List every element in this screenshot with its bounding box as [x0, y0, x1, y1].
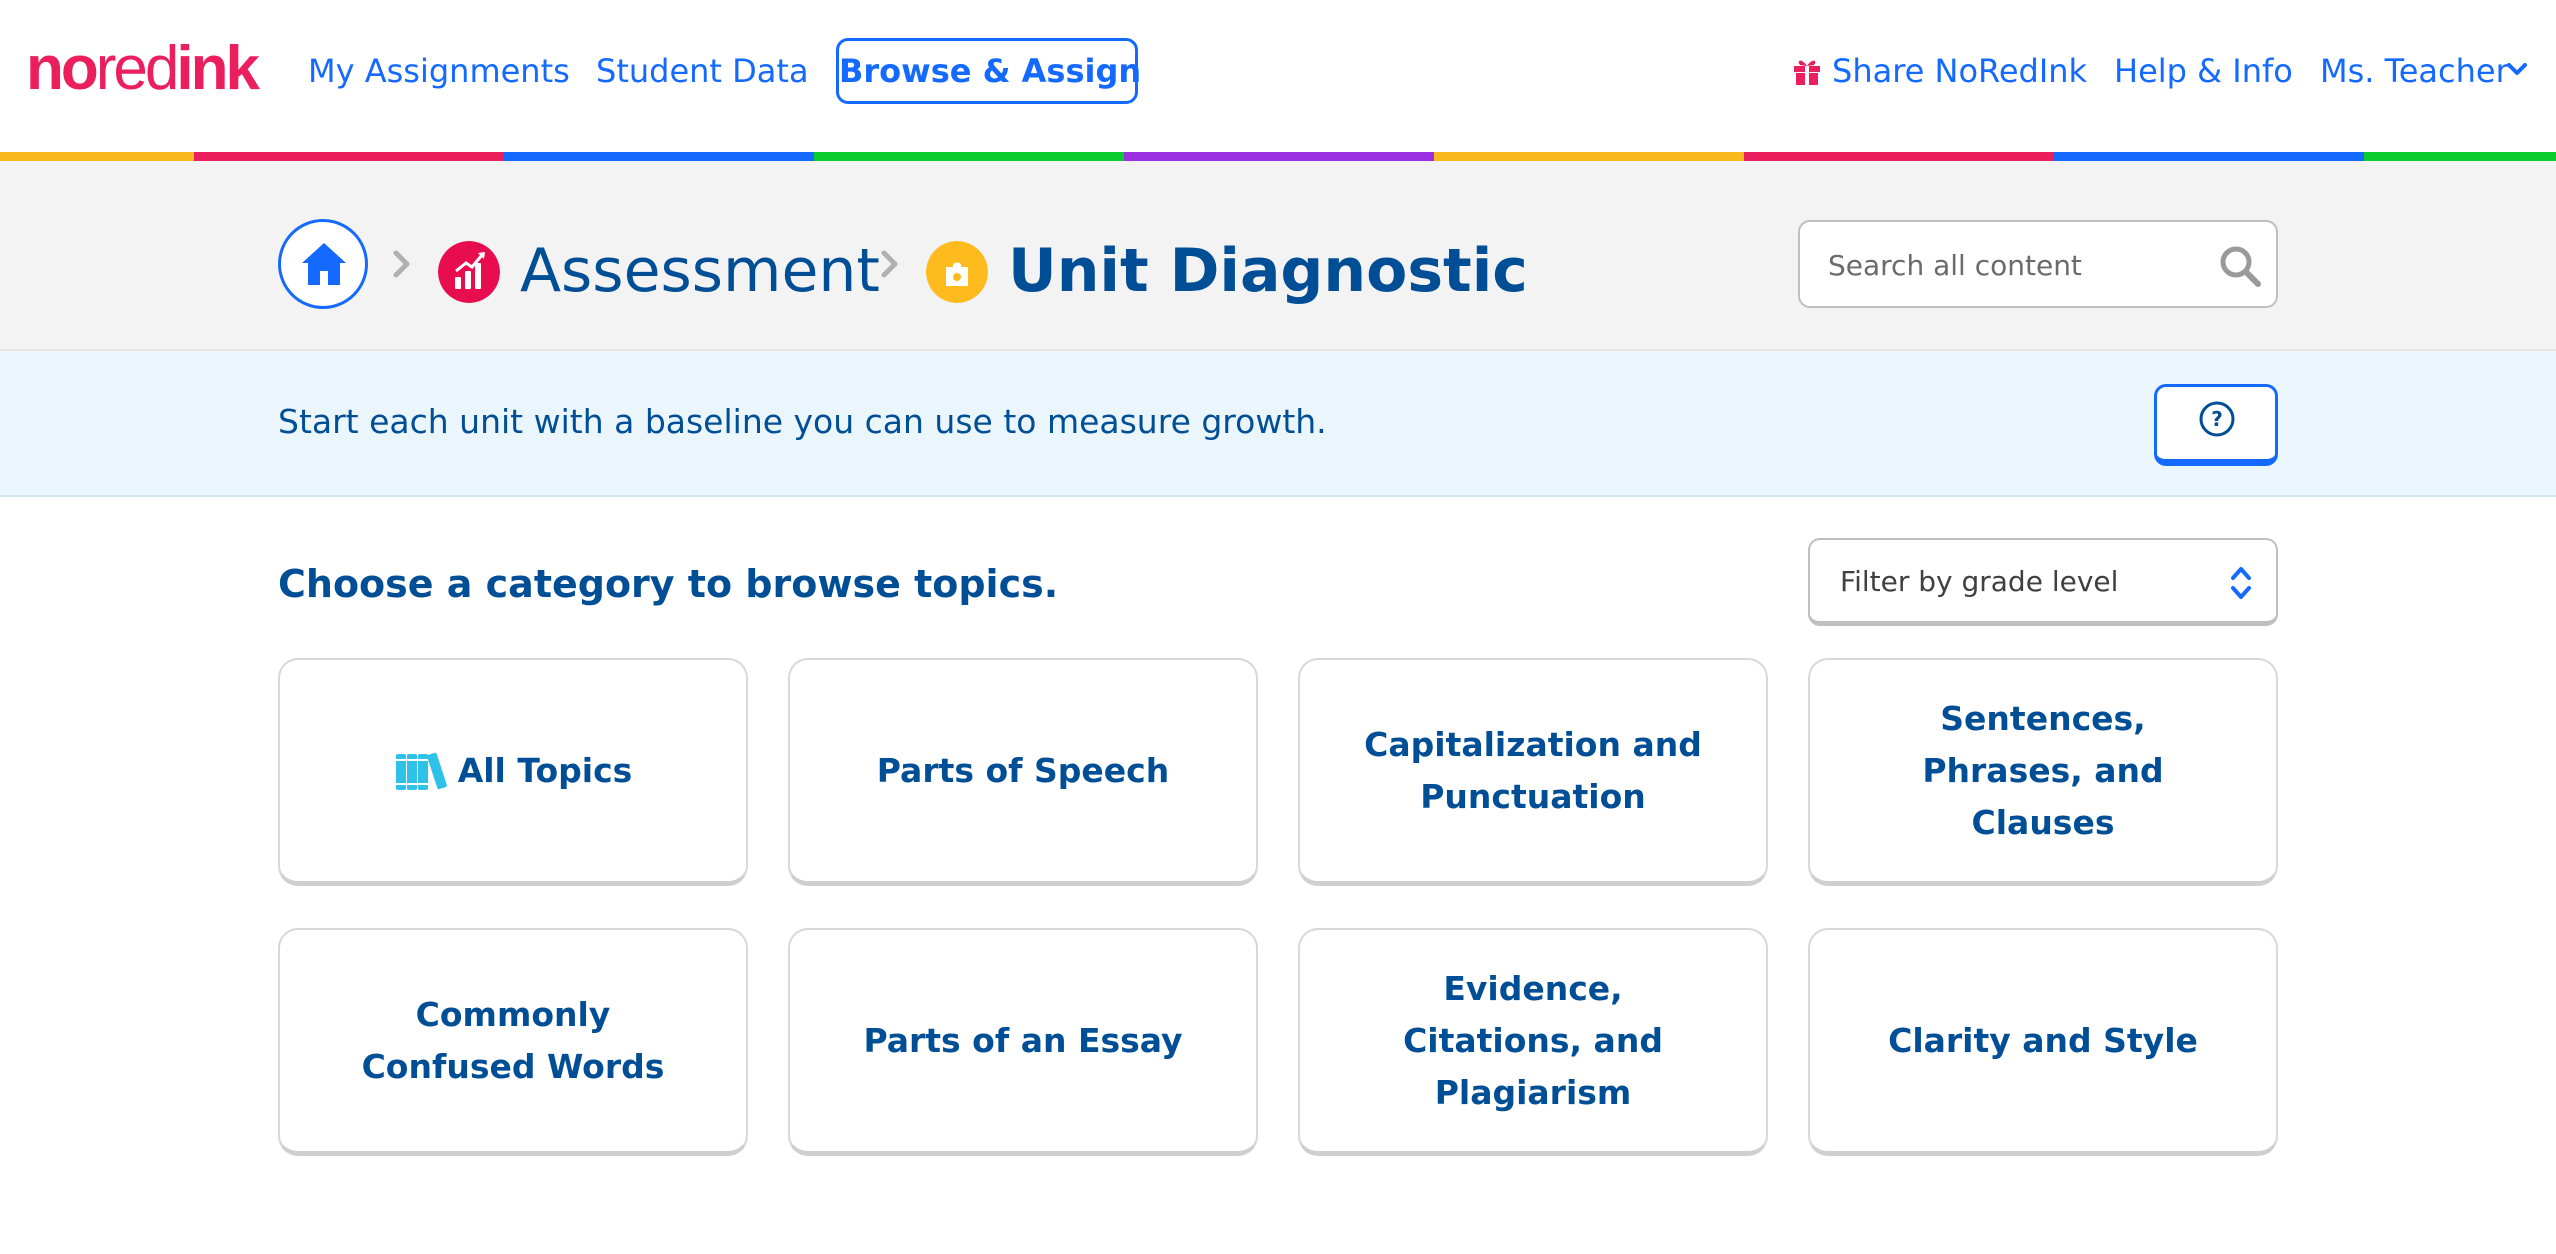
- category-card-parts-of-speech[interactable]: Parts of Speech: [788, 658, 1258, 886]
- up-down-icon: [2231, 567, 2251, 599]
- breadcrumb-unit-diagnostic: Unit Diagnostic: [1008, 236, 1528, 306]
- category-card-evidence-citations-plagiarism[interactable]: Evidence, Citations, and Plagiarism: [1298, 928, 1768, 1156]
- nav-user-menu[interactable]: Ms. Teacher: [2320, 46, 2509, 96]
- rainbow-segment: [194, 152, 504, 161]
- category-card-parts-of-an-essay[interactable]: Parts of an Essay: [788, 928, 1258, 1156]
- section-title: Choose a category to browse topics.: [278, 562, 1059, 606]
- nav-share[interactable]: Share NoRedInk: [1832, 46, 2087, 96]
- category-label: Evidence, Citations, and Plagiarism: [1403, 968, 1663, 1112]
- category-card-commonly-confused-words[interactable]: Commonly Confused Words: [278, 928, 748, 1156]
- category-card-capitalization-punctuation[interactable]: Capitalization and Punctuation: [1298, 658, 1768, 886]
- rainbow-segment: [2054, 152, 2364, 161]
- puzzle-icon: [926, 241, 988, 303]
- home-icon: [302, 243, 346, 285]
- grade-level-filter[interactable]: Filter by grade level: [1808, 538, 2278, 626]
- search-icon[interactable]: [2218, 244, 2262, 288]
- gift-icon[interactable]: [1792, 56, 1822, 86]
- noredink-logo[interactable]: noredink: [26, 34, 260, 104]
- search-box: [1798, 220, 2278, 308]
- rainbow-segment: [504, 152, 814, 161]
- help-button[interactable]: ?: [2154, 384, 2278, 466]
- rainbow-segment: [1434, 152, 1744, 161]
- category-label: All Topics: [457, 750, 633, 790]
- nav-student-data[interactable]: Student Data: [596, 46, 809, 96]
- breadcrumb: Assessment Unit Diagnostic: [0, 161, 2556, 351]
- rainbow-segment: [0, 152, 194, 161]
- chart-icon: [438, 241, 500, 303]
- category-label: Parts of an Essay: [863, 1020, 1183, 1060]
- category-card-sentences-phrases-clauses[interactable]: Sentences, Phrases, and Clauses: [1808, 658, 2278, 886]
- rainbow-segment: [2364, 152, 2556, 161]
- home-button[interactable]: [278, 219, 368, 309]
- category-label: Parts of Speech: [876, 750, 1170, 790]
- category-label: Sentences, Phrases, and Clauses: [1922, 698, 2164, 842]
- nav-help-info[interactable]: Help & Info: [2114, 46, 2293, 96]
- chevron-right-icon: [393, 250, 410, 278]
- category-label: Capitalization and Punctuation: [1364, 724, 1702, 816]
- chevron-right-icon: [881, 250, 898, 278]
- nav-browse-assign[interactable]: Browse & Assign: [836, 38, 1141, 104]
- nav-my-assignments[interactable]: My Assignments: [308, 46, 570, 96]
- grade-filter-label: Filter by grade level: [1840, 565, 2119, 598]
- rainbow-segment: [1744, 152, 2054, 161]
- card-content: All Topics: [394, 745, 633, 797]
- rainbow-stripe: [0, 152, 2556, 161]
- chevron-down-icon[interactable]: [2506, 62, 2528, 78]
- info-banner: Start each unit with a baseline you can …: [0, 351, 2556, 497]
- breadcrumb-assessment[interactable]: Assessment: [520, 229, 880, 313]
- svg-text:?: ?: [2211, 407, 2223, 431]
- rainbow-segment: [1124, 152, 1434, 161]
- category-card-all-topics[interactable]: All Topics: [278, 658, 748, 886]
- top-navigation: noredink My Assignments Student Data Bro…: [0, 0, 2556, 152]
- category-label: Clarity and Style: [1888, 1020, 2198, 1060]
- banner-text: Start each unit with a baseline you can …: [278, 402, 1327, 441]
- question-icon: ?: [2199, 401, 2235, 437]
- category-card-clarity-and-style[interactable]: Clarity and Style: [1808, 928, 2278, 1156]
- search-input[interactable]: [1828, 242, 2188, 288]
- rainbow-segment: [814, 152, 1124, 161]
- category-label: Commonly Confused Words: [361, 994, 665, 1086]
- books-icon: [395, 752, 447, 790]
